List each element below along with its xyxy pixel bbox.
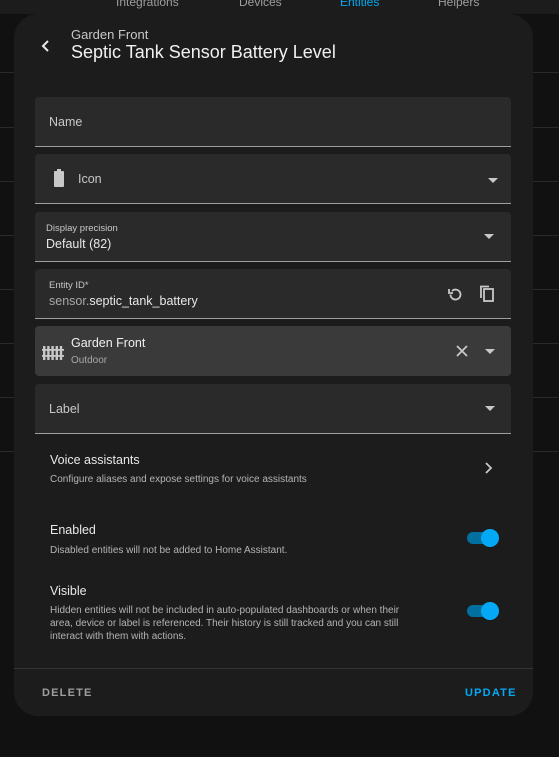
dialog-title: Septic Tank Sensor Battery Level bbox=[71, 42, 336, 62]
display-precision-select[interactable]: Display precision Default (82) bbox=[35, 212, 511, 262]
visible-subtitle-line1: Hidden entities will not be included in … bbox=[50, 605, 400, 616]
delete-button[interactable]: DELETE bbox=[42, 687, 93, 699]
background-tabs: Integrations Devices Entities Helpers bbox=[0, 0, 559, 14]
precision-label: Display precision bbox=[46, 223, 118, 234]
area-floor: Outdoor bbox=[71, 355, 108, 366]
caret-down-icon bbox=[488, 178, 498, 183]
entity-id-label: Entity ID* bbox=[49, 280, 89, 291]
voice-assistants-row[interactable]: Voice assistants Configure aliases and e… bbox=[35, 446, 511, 490]
entity-id-value: sensor.septic_tank_battery bbox=[49, 294, 198, 308]
area-name: Garden Front bbox=[71, 336, 146, 350]
back-arrow-icon bbox=[41, 40, 49, 52]
toggle-thumb bbox=[481, 529, 499, 547]
dialog-header: Garden Front Septic Tank Sensor Battery … bbox=[14, 14, 533, 74]
copy-icon bbox=[480, 285, 494, 302]
visible-subtitle-line3: interact with them with actions. bbox=[50, 631, 187, 642]
refresh-icon bbox=[447, 288, 461, 300]
caret-down-icon bbox=[484, 234, 494, 239]
icon-field[interactable]: Icon bbox=[35, 154, 511, 204]
enabled-toggle[interactable] bbox=[465, 529, 499, 547]
name-field-label: Name bbox=[49, 115, 83, 129]
dialog-subtitle: Garden Front bbox=[71, 27, 149, 42]
label-field-label: Label bbox=[49, 402, 80, 416]
area-picker[interactable]: Garden Front Outdoor bbox=[35, 326, 511, 376]
tab-integrations[interactable]: Integrations bbox=[116, 0, 179, 9]
enabled-subtitle: Disabled entities will not be added to H… bbox=[50, 545, 288, 556]
tab-devices[interactable]: Devices bbox=[239, 0, 282, 9]
toggle-thumb bbox=[481, 602, 499, 620]
label-picker[interactable]: Label bbox=[35, 384, 511, 434]
clear-area-button[interactable] bbox=[451, 340, 473, 362]
tab-helpers[interactable]: Helpers bbox=[438, 0, 479, 9]
tab-entities[interactable]: Entities bbox=[340, 0, 379, 9]
visible-title: Visible bbox=[50, 584, 87, 598]
visible-subtitle-line2: area, device or label is referenced. The… bbox=[50, 618, 399, 629]
update-button[interactable]: UPDATE bbox=[465, 687, 517, 699]
visible-toggle[interactable] bbox=[465, 602, 499, 620]
entity-settings-dialog: Garden Front Septic Tank Sensor Battery … bbox=[14, 14, 533, 716]
caret-down-icon bbox=[485, 349, 495, 354]
caret-down-icon bbox=[485, 406, 495, 411]
footer-divider bbox=[14, 668, 533, 669]
precision-value: Default (82) bbox=[46, 237, 112, 251]
entity-id-field[interactable]: Entity ID* sensor.septic_tank_battery bbox=[35, 269, 511, 319]
voice-assistants-title: Voice assistants bbox=[50, 453, 140, 467]
chevron-right-icon bbox=[485, 462, 493, 474]
entity-id-prefix: sensor. bbox=[49, 294, 90, 308]
entity-id-text: septic_tank_battery bbox=[89, 294, 198, 308]
icon-field-label: Icon bbox=[78, 172, 102, 186]
enabled-title: Enabled bbox=[50, 523, 96, 537]
fence-icon bbox=[42, 346, 64, 360]
voice-assistants-subtitle: Configure aliases and expose settings fo… bbox=[50, 474, 307, 485]
copy-entity-id-button[interactable] bbox=[476, 283, 498, 305]
name-field[interactable]: Name bbox=[35, 97, 511, 147]
close-icon bbox=[456, 345, 468, 357]
back-button[interactable] bbox=[34, 34, 58, 58]
regenerate-entity-id-button[interactable] bbox=[444, 283, 466, 305]
battery-icon bbox=[54, 169, 64, 187]
